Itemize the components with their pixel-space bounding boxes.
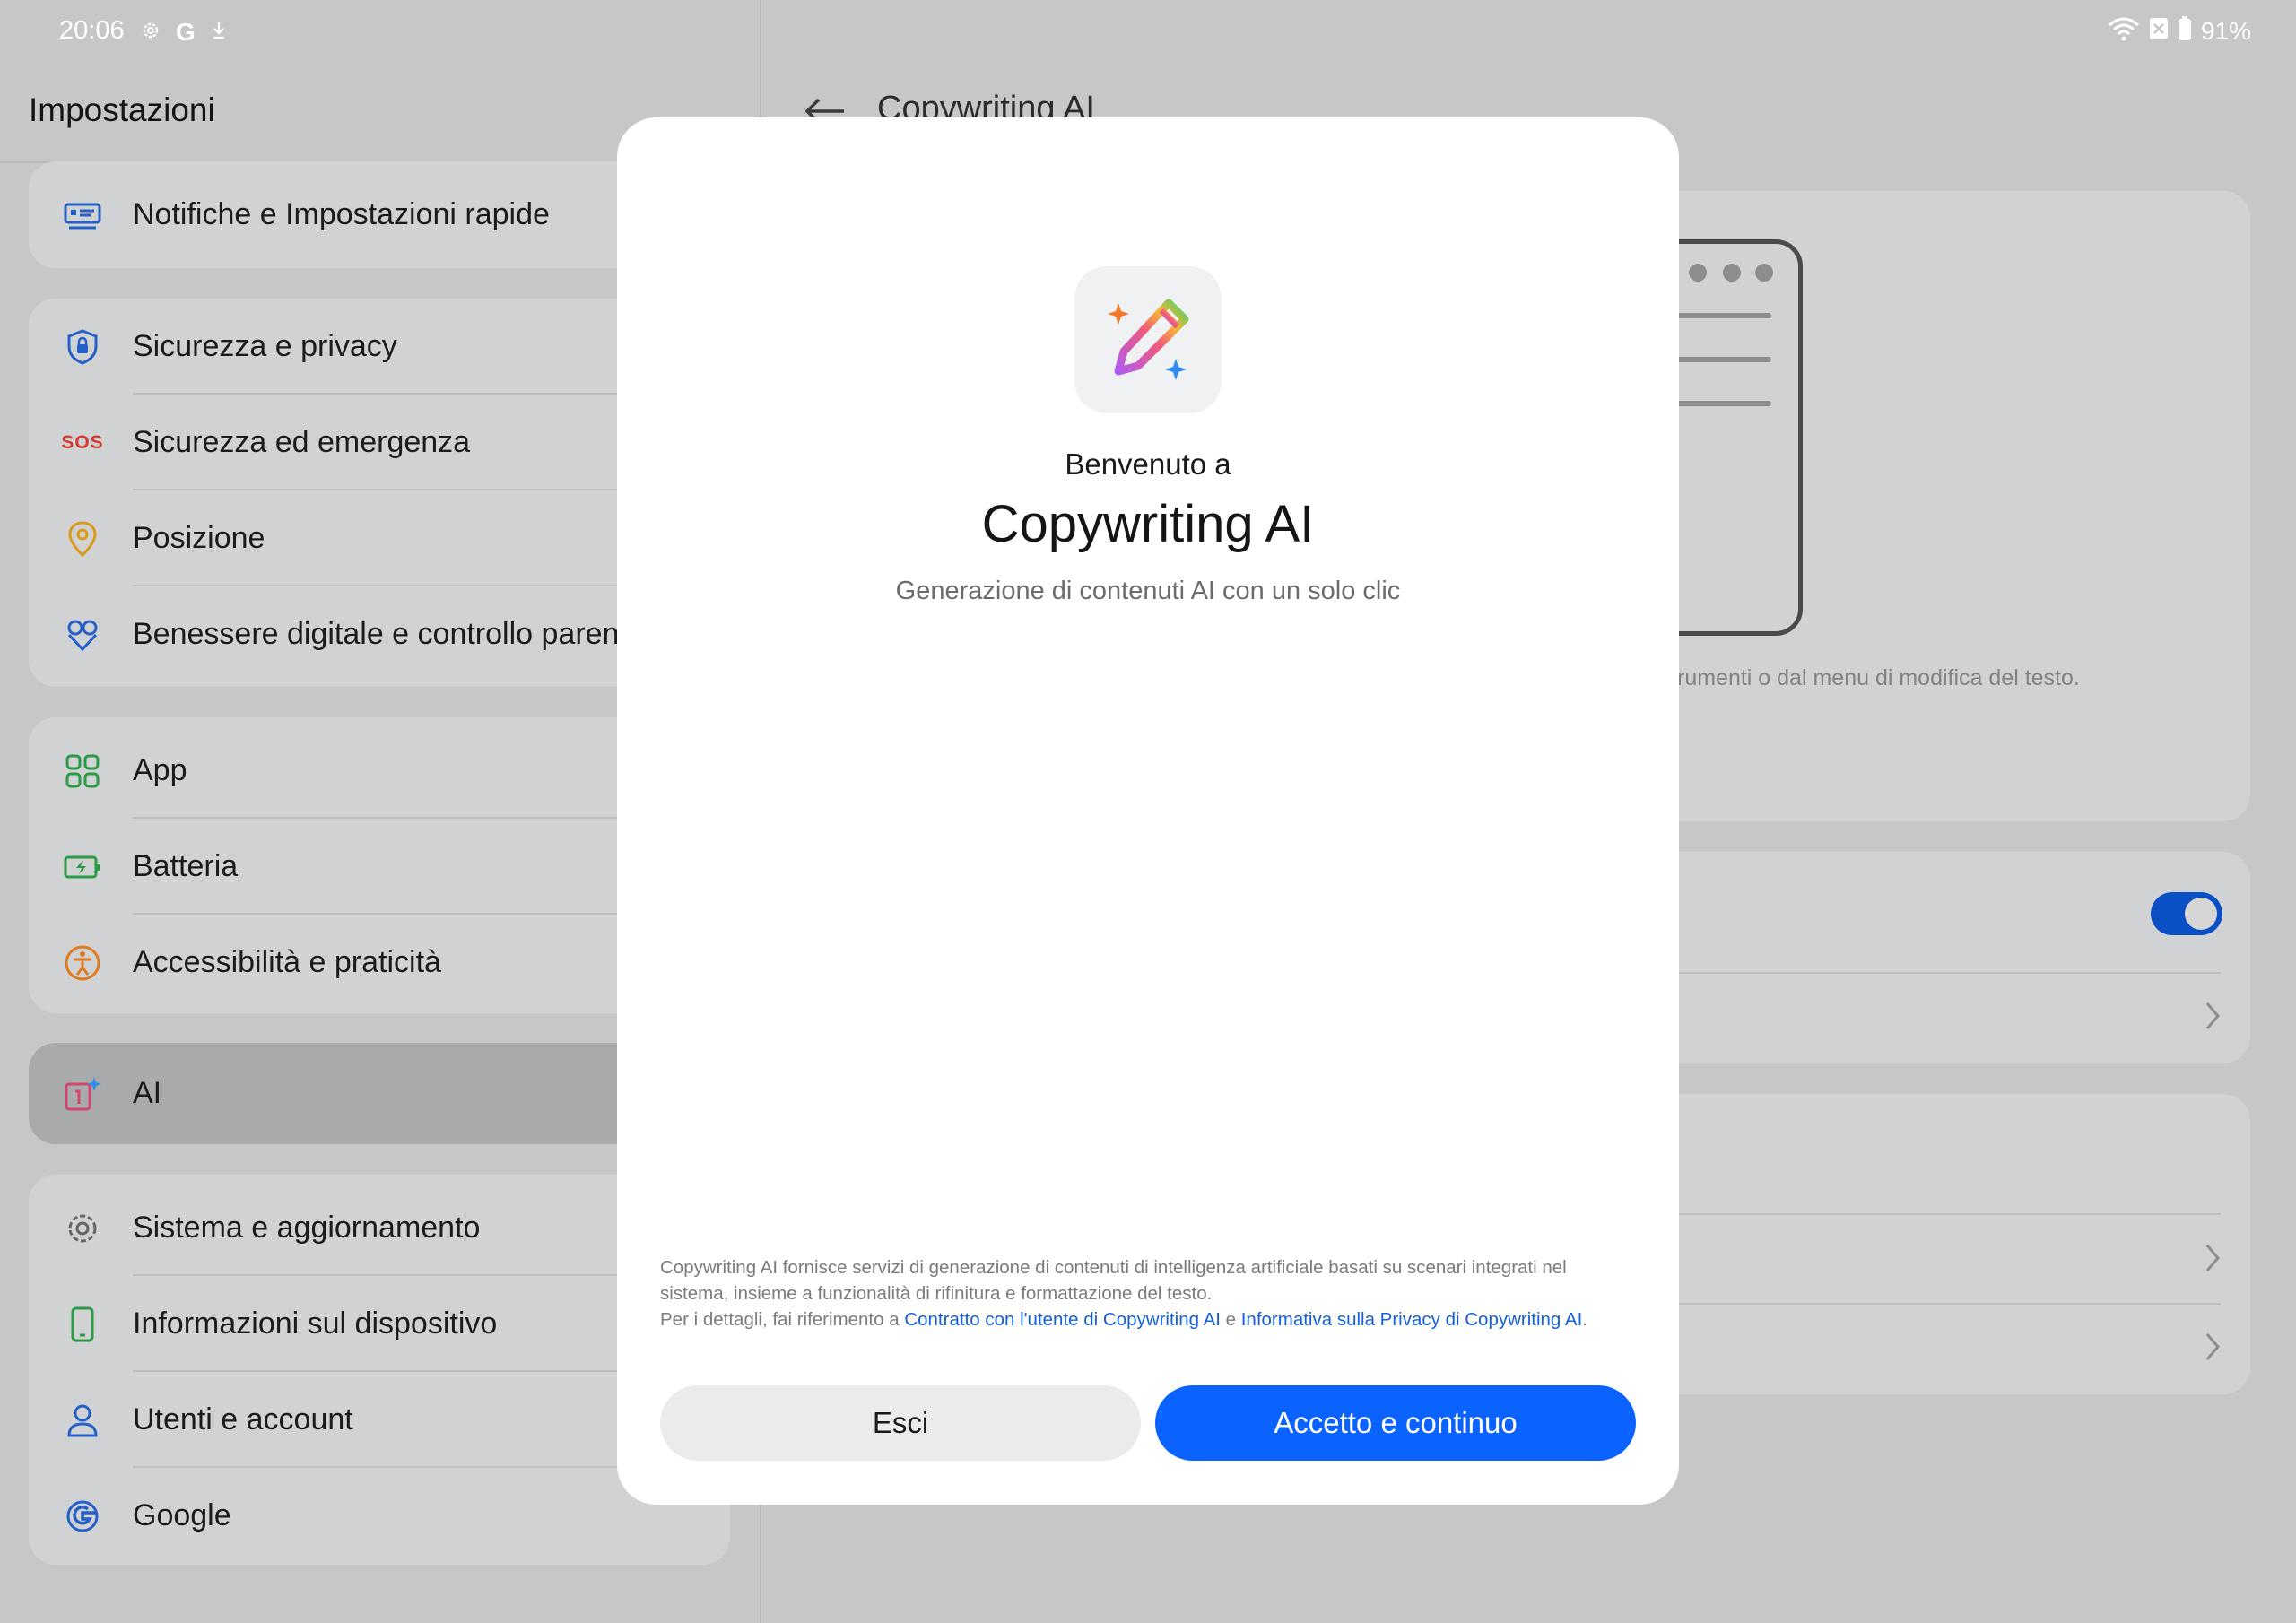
sidebar-item-label: Benessere digitale e controllo parentale: [133, 617, 669, 651]
legal-notice: Copywriting AI fornisce servizi di gener…: [660, 1254, 1638, 1332]
welcome-text: Benvenuto a: [1065, 447, 1231, 481]
chevron-right-icon[interactable]: [2203, 1001, 2222, 1036]
exit-button[interactable]: Esci: [660, 1385, 1141, 1461]
illustration-dot: [1689, 264, 1707, 282]
privacy-policy-link[interactable]: Informativa sulla Privacy di Copywriting…: [1241, 1309, 1583, 1330]
sidebar-item-label: Sicurezza e privacy: [133, 329, 397, 363]
ai-sparkle-icon: [63, 1074, 102, 1114]
welcome-dialog: Benvenuto a Copywriting AI Generazione d…: [617, 117, 1679, 1505]
app-subtitle: Generazione di contenuti AI con un solo …: [895, 577, 1401, 605]
sidebar-item-label: Accessibilità e praticità: [133, 945, 441, 979]
shield-lock-icon: [63, 327, 102, 367]
google-g-icon: [63, 1497, 102, 1536]
digital-wellbeing-icon: [63, 615, 102, 655]
user-icon: [63, 1401, 102, 1440]
wifi-icon: [2108, 16, 2140, 46]
illustration-dot: [1723, 264, 1741, 282]
copywriting-ai-app-icon: [1074, 266, 1222, 413]
sidebar-item-label: Posizione: [133, 521, 265, 555]
detail-title: Copywriting AI: [877, 90, 1095, 118]
legal-description: Copywriting AI fornisce servizi di gener…: [660, 1257, 1567, 1304]
sidebar-item-label: Informazioni sul dispositivo: [133, 1306, 498, 1341]
sidebar-item-label: AI: [133, 1076, 162, 1110]
sidebar-item-label: Sistema e aggiornamento: [133, 1211, 481, 1245]
divider: [1679, 972, 2221, 974]
app-name-title: Copywriting AI: [981, 495, 1315, 553]
divider: [1679, 1213, 2221, 1215]
apps-grid-icon: [63, 751, 102, 791]
notifications-panel-icon: [63, 195, 102, 235]
phone-icon: [63, 1305, 102, 1344]
sidebar-item-label: Utenti e account: [133, 1402, 353, 1436]
legal-references: Per i dettagli, fai riferimento a Contra…: [660, 1309, 1587, 1330]
user-agreement-link[interactable]: Contratto con l'utente di Copywriting AI: [904, 1309, 1221, 1330]
sidebar-item-label: App: [133, 753, 187, 787]
divider: [1679, 1303, 2221, 1305]
chevron-right-icon[interactable]: [2203, 1332, 2222, 1367]
sidebar-item-label: Batteria: [133, 849, 239, 883]
location-pin-icon: [63, 519, 102, 559]
no-sim-icon: [2149, 16, 2169, 46]
status-icons-right: 91%: [2108, 16, 2251, 46]
accessibility-icon: [63, 943, 102, 983]
battery-percentage: 91%: [2200, 16, 2251, 45]
sidebar-item-label: Sicurezza ed emergenza: [133, 425, 471, 459]
preview-description: rumenti o dal menu di modifica del testo…: [1677, 665, 2080, 690]
feature-toggle[interactable]: [2151, 892, 2222, 935]
illustration-dot: [1755, 264, 1773, 282]
chevron-right-icon[interactable]: [2203, 1243, 2222, 1278]
battery-icon: [2178, 16, 2192, 46]
gear-icon: [63, 1209, 102, 1248]
sos-icon: SOS: [61, 431, 104, 453]
accept-continue-button[interactable]: Accetto e continuo: [1155, 1385, 1636, 1461]
toggle-knob: [2185, 898, 2217, 930]
settings-title: Impostazioni: [29, 91, 215, 128]
battery-charging-icon: [63, 847, 102, 887]
sidebar-item-label: Google: [133, 1498, 231, 1532]
sidebar-item-label: Notifiche e Impostazioni rapide: [133, 197, 550, 231]
